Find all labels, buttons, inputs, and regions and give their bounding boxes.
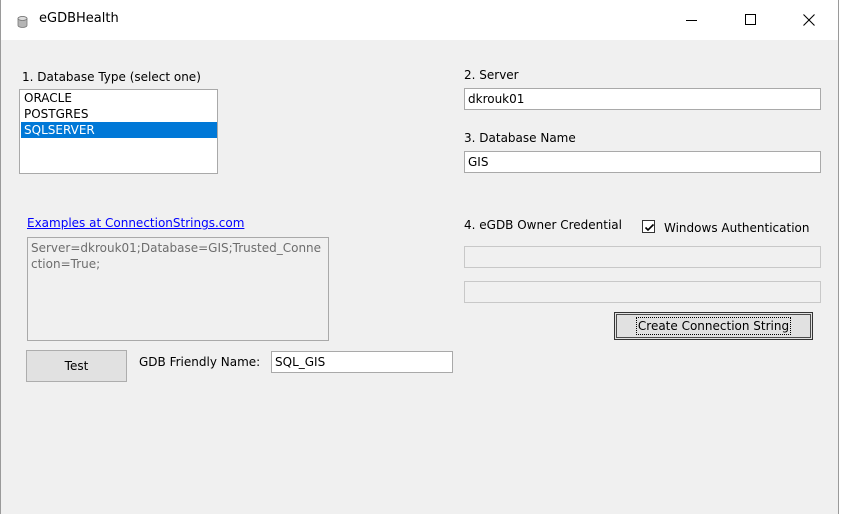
db-type-option-oracle[interactable]: ORACLE [21, 90, 217, 106]
db-type-option-postgres[interactable]: POSTGRES [21, 106, 217, 122]
friendly-name-label: GDB Friendly Name: [139, 355, 261, 369]
test-label: Test [64, 359, 89, 373]
maximize-icon [745, 14, 756, 25]
database-name-input[interactable]: GIS [464, 151, 821, 173]
test-button[interactable]: Test [26, 350, 127, 382]
create-connection-string-button[interactable]: Create Connection String [614, 312, 813, 340]
windows-auth-checkbox[interactable] [642, 220, 655, 233]
minimize-icon [686, 20, 697, 21]
title-bar[interactable]: eGDBHealth [1, 0, 838, 40]
db-type-label: 1. Database Type (select one) [22, 70, 201, 84]
minimize-button[interactable] [663, 0, 721, 40]
database-icon [17, 13, 28, 28]
credential-label: 4. eGDB Owner Credential [464, 218, 622, 232]
connectionstrings-link[interactable]: Examples at ConnectionStrings.com [27, 216, 244, 230]
server-input[interactable]: dkrouk01 [464, 88, 821, 110]
close-button[interactable] [780, 0, 838, 40]
window-title: eGDBHealth [39, 11, 119, 26]
password-input[interactable] [464, 281, 821, 303]
maximize-button[interactable] [721, 0, 779, 40]
database-name-label: 3. Database Name [464, 131, 576, 145]
db-type-listbox[interactable]: ORACLE POSTGRES SQLSERVER [19, 89, 218, 174]
username-input[interactable] [464, 246, 821, 268]
server-label: 2. Server [464, 68, 519, 82]
client-area: 1. Database Type (select one) ORACLE POS… [1, 40, 838, 514]
friendly-name-input[interactable]: SQL_GIS [271, 351, 453, 373]
checkmark-icon [644, 223, 655, 232]
windows-auth-label[interactable]: Windows Authentication [664, 221, 809, 235]
app-window: eGDBHealth 1. Database Type (select one)… [0, 0, 839, 514]
connection-string-textarea[interactable]: Server=dkrouk01;Database=GIS;Trusted_Con… [27, 237, 329, 341]
db-type-option-sqlserver[interactable]: SQLSERVER [21, 122, 217, 138]
close-icon [803, 14, 815, 26]
create-connection-string-label: Create Connection String [635, 317, 792, 335]
